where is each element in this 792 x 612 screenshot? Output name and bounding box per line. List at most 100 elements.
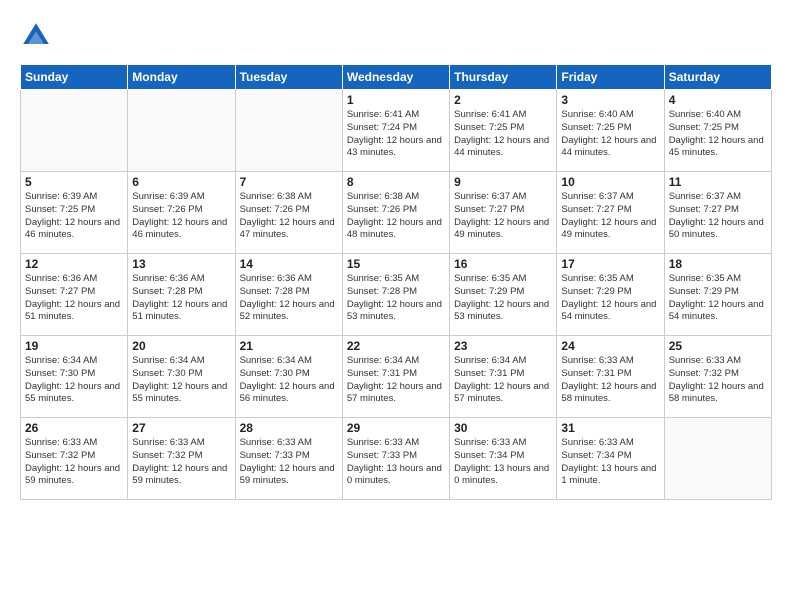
- calendar-day-cell: [128, 90, 235, 172]
- day-info: Sunrise: 6:34 AM Sunset: 7:30 PM Dayligh…: [240, 355, 338, 406]
- calendar-day-cell: 1 Sunrise: 6:41 AM Sunset: 7:24 PM Daylig…: [342, 90, 449, 172]
- day-info: Sunrise: 6:37 AM Sunset: 7:27 PM Dayligh…: [454, 191, 552, 242]
- day-info: Sunrise: 6:33 AM Sunset: 7:34 PM Dayligh…: [454, 437, 552, 488]
- day-number: 10: [561, 175, 659, 189]
- calendar-week-row: 12Sunrise: 6:36 AM Sunset: 7:27 PM Dayli…: [21, 254, 772, 336]
- day-info: Sunrise: 6:34 AM Sunset: 7:31 PM Dayligh…: [347, 355, 445, 406]
- day-number: 11: [669, 175, 767, 189]
- day-info: Sunrise: 6:38 AM Sunset: 7:26 PM Dayligh…: [240, 191, 338, 242]
- calendar-day-cell: 21 Sunrise: 6:34 AM Sunset: 7:30 PM Dayli…: [235, 336, 342, 418]
- day-info: Sunrise: 6:41 AM Sunset: 7:25 PM Dayligh…: [454, 109, 552, 160]
- day-info: Sunrise: 6:35 AM Sunset: 7:29 PM Dayligh…: [561, 273, 659, 324]
- day-number: 22: [347, 339, 445, 353]
- day-number: 28: [240, 421, 338, 435]
- header: [20, 20, 772, 52]
- day-number: 18: [669, 257, 767, 271]
- day-info: Sunrise: 6:35 AM Sunset: 7:29 PM Dayligh…: [454, 273, 552, 324]
- day-number: 25: [669, 339, 767, 353]
- calendar-day-cell: 15 Sunrise: 6:35 AM Sunset: 7:28 PM Dayli…: [342, 254, 449, 336]
- calendar-day-cell: 11 Sunrise: 6:37 AM Sunset: 7:27 PM Dayli…: [664, 172, 771, 254]
- day-number: 12: [25, 257, 123, 271]
- day-number: 4: [669, 93, 767, 107]
- calendar-day-cell: 12Sunrise: 6:36 AM Sunset: 7:27 PM Dayli…: [21, 254, 128, 336]
- calendar-week-row: 26 Sunrise: 6:33 AM Sunset: 7:32 PM Dayli…: [21, 418, 772, 500]
- day-info: Sunrise: 6:33 AM Sunset: 7:34 PM Dayligh…: [561, 437, 659, 488]
- calendar-day-cell: 3 Sunrise: 6:40 AM Sunset: 7:25 PM Daylig…: [557, 90, 664, 172]
- day-info: Sunrise: 6:38 AM Sunset: 7:26 PM Dayligh…: [347, 191, 445, 242]
- day-number: 19: [25, 339, 123, 353]
- calendar-table: SundayMondayTuesdayWednesdayThursdayFrid…: [20, 64, 772, 500]
- calendar-day-cell: 26 Sunrise: 6:33 AM Sunset: 7:32 PM Dayli…: [21, 418, 128, 500]
- day-info: Sunrise: 6:35 AM Sunset: 7:28 PM Dayligh…: [347, 273, 445, 324]
- calendar-day-cell: 19 Sunrise: 6:34 AM Sunset: 7:30 PM Dayli…: [21, 336, 128, 418]
- calendar-day-cell: 2 Sunrise: 6:41 AM Sunset: 7:25 PM Daylig…: [450, 90, 557, 172]
- logo-icon: [20, 20, 52, 52]
- day-number: 17: [561, 257, 659, 271]
- day-number: 20: [132, 339, 230, 353]
- weekday-header: Friday: [557, 65, 664, 90]
- calendar-day-cell: 25 Sunrise: 6:33 AM Sunset: 7:32 PM Dayli…: [664, 336, 771, 418]
- calendar-day-cell: 5Sunrise: 6:39 AM Sunset: 7:25 PM Daylig…: [21, 172, 128, 254]
- day-number: 16: [454, 257, 552, 271]
- calendar-day-cell: 6Sunrise: 6:39 AM Sunset: 7:26 PM Daylig…: [128, 172, 235, 254]
- day-info: Sunrise: 6:33 AM Sunset: 7:32 PM Dayligh…: [132, 437, 230, 488]
- calendar-day-cell: 22 Sunrise: 6:34 AM Sunset: 7:31 PM Dayli…: [342, 336, 449, 418]
- calendar-day-cell: 28 Sunrise: 6:33 AM Sunset: 7:33 PM Dayli…: [235, 418, 342, 500]
- day-info: Sunrise: 6:36 AM Sunset: 7:28 PM Dayligh…: [240, 273, 338, 324]
- weekday-header: Wednesday: [342, 65, 449, 90]
- calendar-day-cell: 27 Sunrise: 6:33 AM Sunset: 7:32 PM Dayli…: [128, 418, 235, 500]
- weekday-header: Thursday: [450, 65, 557, 90]
- calendar-day-cell: 23 Sunrise: 6:34 AM Sunset: 7:31 PM Dayli…: [450, 336, 557, 418]
- calendar-day-cell: 30 Sunrise: 6:33 AM Sunset: 7:34 PM Dayli…: [450, 418, 557, 500]
- day-number: 27: [132, 421, 230, 435]
- calendar-week-row: 1 Sunrise: 6:41 AM Sunset: 7:24 PM Daylig…: [21, 90, 772, 172]
- day-number: 29: [347, 421, 445, 435]
- day-info: Sunrise: 6:33 AM Sunset: 7:31 PM Dayligh…: [561, 355, 659, 406]
- day-info: Sunrise: 6:40 AM Sunset: 7:25 PM Dayligh…: [561, 109, 659, 160]
- day-info: Sunrise: 6:33 AM Sunset: 7:33 PM Dayligh…: [240, 437, 338, 488]
- day-info: Sunrise: 6:40 AM Sunset: 7:25 PM Dayligh…: [669, 109, 767, 160]
- day-info: Sunrise: 6:41 AM Sunset: 7:24 PM Dayligh…: [347, 109, 445, 160]
- weekday-header: Sunday: [21, 65, 128, 90]
- calendar-day-cell: 31 Sunrise: 6:33 AM Sunset: 7:34 PM Dayli…: [557, 418, 664, 500]
- day-info: Sunrise: 6:34 AM Sunset: 7:30 PM Dayligh…: [25, 355, 123, 406]
- day-info: Sunrise: 6:33 AM Sunset: 7:32 PM Dayligh…: [25, 437, 123, 488]
- day-number: 5: [25, 175, 123, 189]
- weekday-header: Saturday: [664, 65, 771, 90]
- calendar-day-cell: 18 Sunrise: 6:35 AM Sunset: 7:29 PM Dayli…: [664, 254, 771, 336]
- weekday-header: Tuesday: [235, 65, 342, 90]
- day-number: 31: [561, 421, 659, 435]
- day-info: Sunrise: 6:34 AM Sunset: 7:31 PM Dayligh…: [454, 355, 552, 406]
- day-number: 3: [561, 93, 659, 107]
- calendar-day-cell: 16 Sunrise: 6:35 AM Sunset: 7:29 PM Dayli…: [450, 254, 557, 336]
- day-number: 14: [240, 257, 338, 271]
- day-info: Sunrise: 6:33 AM Sunset: 7:32 PM Dayligh…: [669, 355, 767, 406]
- day-number: 21: [240, 339, 338, 353]
- day-number: 26: [25, 421, 123, 435]
- day-info: Sunrise: 6:34 AM Sunset: 7:30 PM Dayligh…: [132, 355, 230, 406]
- calendar-day-cell: 9 Sunrise: 6:37 AM Sunset: 7:27 PM Daylig…: [450, 172, 557, 254]
- day-info: Sunrise: 6:37 AM Sunset: 7:27 PM Dayligh…: [561, 191, 659, 242]
- calendar-day-cell: 13Sunrise: 6:36 AM Sunset: 7:28 PM Dayli…: [128, 254, 235, 336]
- day-info: Sunrise: 6:36 AM Sunset: 7:28 PM Dayligh…: [132, 273, 230, 324]
- day-number: 23: [454, 339, 552, 353]
- calendar-day-cell: 4 Sunrise: 6:40 AM Sunset: 7:25 PM Daylig…: [664, 90, 771, 172]
- day-number: 7: [240, 175, 338, 189]
- day-number: 8: [347, 175, 445, 189]
- day-info: Sunrise: 6:35 AM Sunset: 7:29 PM Dayligh…: [669, 273, 767, 324]
- page: SundayMondayTuesdayWednesdayThursdayFrid…: [0, 0, 792, 510]
- calendar-week-row: 19 Sunrise: 6:34 AM Sunset: 7:30 PM Dayli…: [21, 336, 772, 418]
- day-number: 1: [347, 93, 445, 107]
- calendar-day-cell: 10 Sunrise: 6:37 AM Sunset: 7:27 PM Dayli…: [557, 172, 664, 254]
- day-number: 15: [347, 257, 445, 271]
- day-number: 30: [454, 421, 552, 435]
- calendar-day-cell: 8 Sunrise: 6:38 AM Sunset: 7:26 PM Daylig…: [342, 172, 449, 254]
- day-info: Sunrise: 6:39 AM Sunset: 7:26 PM Dayligh…: [132, 191, 230, 242]
- calendar-day-cell: 14 Sunrise: 6:36 AM Sunset: 7:28 PM Dayli…: [235, 254, 342, 336]
- day-number: 2: [454, 93, 552, 107]
- calendar-day-cell: [235, 90, 342, 172]
- calendar-day-cell: 17 Sunrise: 6:35 AM Sunset: 7:29 PM Dayli…: [557, 254, 664, 336]
- calendar-header-row: SundayMondayTuesdayWednesdayThursdayFrid…: [21, 65, 772, 90]
- day-number: 9: [454, 175, 552, 189]
- day-info: Sunrise: 6:37 AM Sunset: 7:27 PM Dayligh…: [669, 191, 767, 242]
